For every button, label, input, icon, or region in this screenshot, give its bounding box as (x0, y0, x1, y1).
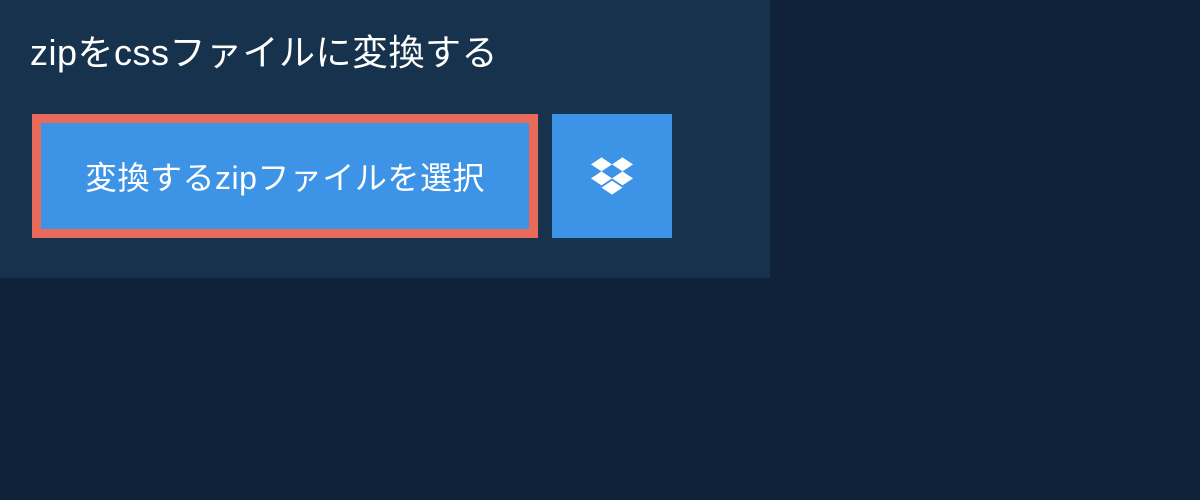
select-file-label: 変換するzipファイルを選択 (85, 153, 485, 199)
converter-panel: zipをcssファイルに変換する 変換するzipファイルを選択 (0, 0, 770, 278)
select-file-button[interactable]: 変換するzipファイルを選択 (32, 114, 538, 238)
dropbox-button[interactable] (552, 114, 672, 238)
button-row: 変換するzipファイルを選択 (0, 114, 770, 238)
dropbox-icon (591, 153, 633, 200)
page-title: zipをcssファイルに変換する (0, 0, 528, 102)
